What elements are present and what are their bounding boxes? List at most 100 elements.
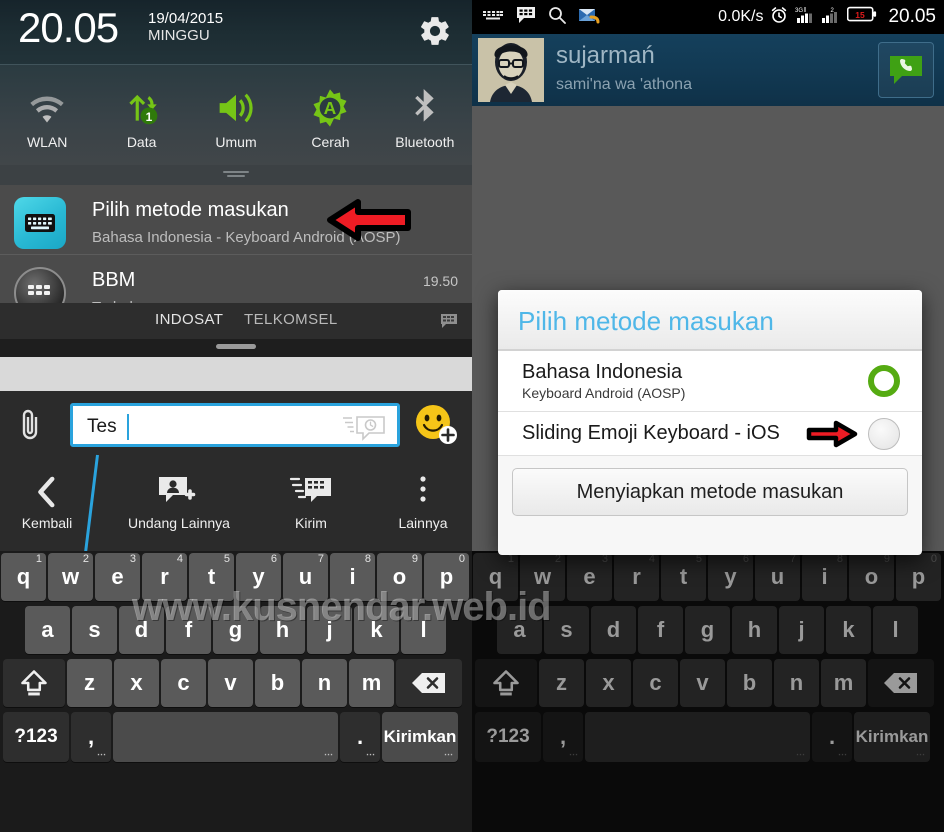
qs-tile-bluetooth[interactable]: Bluetooth bbox=[378, 65, 472, 165]
key-o[interactable]: 9o bbox=[377, 553, 422, 601]
key-o[interactable]: 9o bbox=[849, 553, 894, 601]
key-t[interactable]: 5t bbox=[661, 553, 706, 601]
action-label: Lainnya bbox=[398, 515, 448, 531]
key-j[interactable]: j bbox=[779, 606, 824, 654]
ping-bubble-icon[interactable] bbox=[341, 414, 387, 447]
contact-avatar[interactable] bbox=[478, 38, 544, 102]
key-z[interactable]: z bbox=[67, 659, 112, 707]
key-comma[interactable]: , ⋯ bbox=[71, 712, 111, 762]
backspace-icon[interactable] bbox=[868, 659, 934, 707]
key-space[interactable]: ⋯ bbox=[585, 712, 810, 762]
qs-tile-data[interactable]: 1 Data bbox=[94, 65, 188, 165]
key-r[interactable]: 4r bbox=[142, 553, 187, 601]
key-i[interactable]: 8i bbox=[330, 553, 375, 601]
key-x[interactable]: x bbox=[114, 659, 159, 707]
key-d[interactable]: d bbox=[119, 606, 164, 654]
key-b[interactable]: b bbox=[727, 659, 772, 707]
key-symbols[interactable]: ?123 bbox=[475, 712, 541, 762]
key-w[interactable]: 2w bbox=[520, 553, 565, 601]
chat-bubble-icon[interactable] bbox=[878, 42, 934, 98]
key-period[interactable]: . ⋯ bbox=[812, 712, 852, 762]
key-h[interactable]: h bbox=[260, 606, 305, 654]
option-title: Bahasa Indonesia bbox=[522, 361, 683, 383]
qs-tile-cerah[interactable]: A Cerah bbox=[283, 65, 377, 165]
key-g[interactable]: g bbox=[213, 606, 258, 654]
radio-button-selected[interactable] bbox=[868, 365, 900, 397]
key-d[interactable]: d bbox=[591, 606, 636, 654]
key-e[interactable]: 3e bbox=[567, 553, 612, 601]
key-u[interactable]: 7u bbox=[755, 553, 800, 601]
key-space[interactable]: ⋯ bbox=[113, 712, 338, 762]
action-undang-lainnya[interactable]: Undang Lainnya bbox=[124, 471, 234, 531]
key-v[interactable]: v bbox=[208, 659, 253, 707]
key-t[interactable]: 5t bbox=[189, 553, 234, 601]
key-z[interactable]: z bbox=[539, 659, 584, 707]
option-title: Sliding Emoji Keyboard - iOS bbox=[522, 422, 780, 444]
key-period[interactable]: . ⋯ bbox=[340, 712, 380, 762]
key-comma[interactable]: , ⋯ bbox=[543, 712, 583, 762]
key-c[interactable]: c bbox=[161, 659, 206, 707]
setup-input-methods-button[interactable]: Menyiapkan metode masukan bbox=[512, 468, 908, 516]
key-p[interactable]: 0p bbox=[896, 553, 941, 601]
radio-button-unselected[interactable] bbox=[868, 417, 900, 450]
dialog-option-bahasa-indonesia[interactable]: Bahasa Indonesia Keyboard Android (AOSP) bbox=[498, 351, 922, 412]
qs-tile-wlan[interactable]: WLAN bbox=[0, 65, 94, 165]
gear-icon[interactable] bbox=[418, 14, 452, 48]
key-n[interactable]: n bbox=[302, 659, 347, 707]
qs-tile-label: Data bbox=[126, 134, 157, 150]
key-send[interactable]: Kirimkan ⋯ bbox=[854, 712, 930, 762]
dialog-option-sliding-emoji-keyboard[interactable]: Sliding Emoji Keyboard - iOS bbox=[498, 412, 922, 456]
status-bar-notification-icons bbox=[482, 0, 600, 34]
key-i[interactable]: 8i bbox=[802, 553, 847, 601]
key-w[interactable]: 2w bbox=[48, 553, 93, 601]
key-e[interactable]: 3e bbox=[95, 553, 140, 601]
key-label: t bbox=[207, 564, 216, 589]
key-b[interactable]: b bbox=[255, 659, 300, 707]
key-symbols[interactable]: ?123 bbox=[3, 712, 69, 762]
paperclip-icon[interactable] bbox=[18, 406, 42, 449]
backspace-icon[interactable] bbox=[396, 659, 462, 707]
emoji-add-icon[interactable] bbox=[414, 403, 458, 452]
key-f[interactable]: f bbox=[638, 606, 683, 654]
key-l[interactable]: l bbox=[401, 606, 446, 654]
action-kirim[interactable]: Kirim bbox=[256, 471, 366, 531]
key-u[interactable]: 7u bbox=[283, 553, 328, 601]
key-q[interactable]: 1q bbox=[1, 553, 46, 601]
action-lainnya[interactable]: Lainnya bbox=[368, 471, 472, 531]
key-k[interactable]: k bbox=[826, 606, 871, 654]
key-a[interactable]: a bbox=[25, 606, 70, 654]
key-f[interactable]: f bbox=[166, 606, 211, 654]
tabbar-drag-handle[interactable] bbox=[0, 339, 472, 357]
shift-icon[interactable] bbox=[3, 659, 65, 707]
key-y[interactable]: 6y bbox=[236, 553, 281, 601]
key-q[interactable]: 1q bbox=[473, 553, 518, 601]
key-k[interactable]: k bbox=[354, 606, 399, 654]
key-g[interactable]: g bbox=[685, 606, 730, 654]
key-s[interactable]: s bbox=[72, 606, 117, 654]
key-c[interactable]: c bbox=[633, 659, 678, 707]
key-a[interactable]: a bbox=[497, 606, 542, 654]
message-input[interactable]: Tes bbox=[70, 403, 400, 447]
left-phone-panel: 20.05 19/04/2015 MINGGU WLAN 1 Data Umum… bbox=[0, 0, 472, 832]
key-label: . bbox=[828, 724, 836, 749]
key-m[interactable]: m bbox=[349, 659, 394, 707]
shade-handle[interactable] bbox=[0, 165, 472, 185]
tab-telkomsel[interactable]: TELKOMSEL bbox=[244, 311, 338, 328]
key-y[interactable]: 6y bbox=[708, 553, 753, 601]
key-m[interactable]: m bbox=[821, 659, 866, 707]
key-s[interactable]: s bbox=[544, 606, 589, 654]
key-p[interactable]: 0p bbox=[424, 553, 469, 601]
key-j[interactable]: j bbox=[307, 606, 352, 654]
shift-icon[interactable] bbox=[475, 659, 537, 707]
key-v[interactable]: v bbox=[680, 659, 725, 707]
key-r[interactable]: 4r bbox=[614, 553, 659, 601]
key-longpress-dots: ⋯ bbox=[916, 749, 926, 759]
tab-indosat[interactable]: INDOSAT bbox=[155, 311, 223, 328]
key-label: e bbox=[583, 564, 596, 589]
key-send[interactable]: Kirimkan ⋯ bbox=[382, 712, 458, 762]
key-n[interactable]: n bbox=[774, 659, 819, 707]
key-l[interactable]: l bbox=[873, 606, 918, 654]
key-h[interactable]: h bbox=[732, 606, 777, 654]
qs-tile-umum[interactable]: Umum bbox=[189, 65, 283, 165]
key-x[interactable]: x bbox=[586, 659, 631, 707]
